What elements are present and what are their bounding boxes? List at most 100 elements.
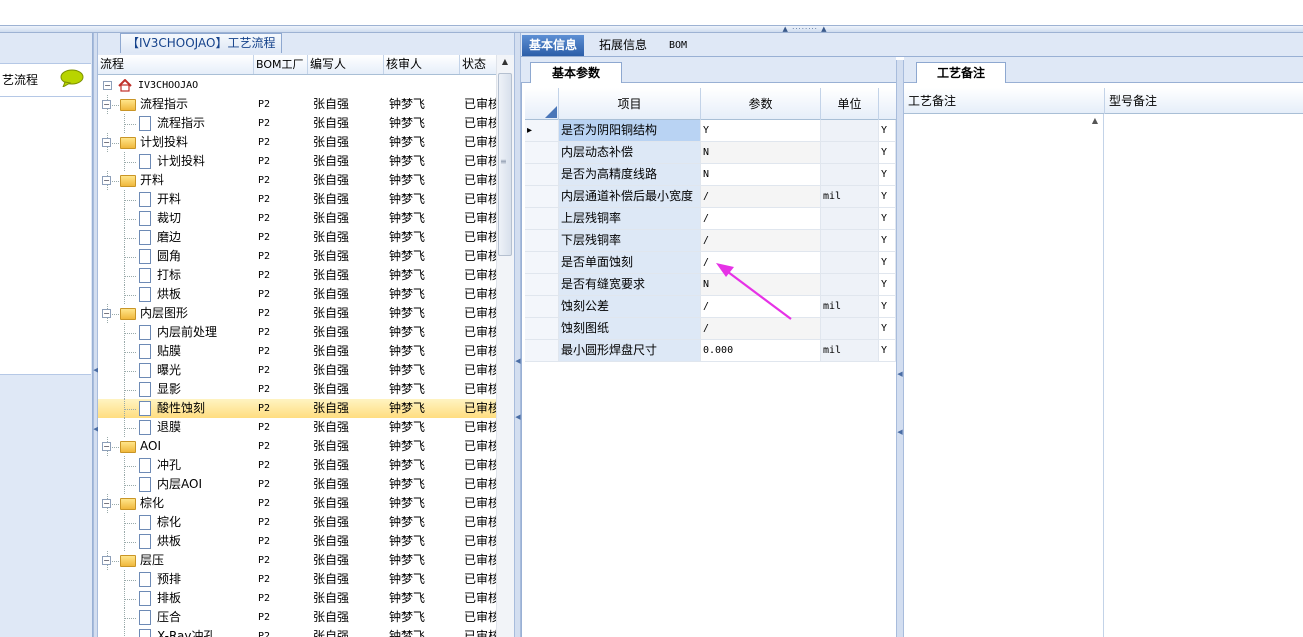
splitter-top[interactable] <box>0 25 1303 33</box>
tree-node-label: 酸性蚀刻 <box>157 401 206 415</box>
tree-row[interactable]: 酸性蚀刻 P2 张自强 钟梦飞 已审核 <box>98 399 496 418</box>
column-header-param[interactable]: 参数 <box>701 88 821 120</box>
row-selector[interactable] <box>525 230 559 251</box>
collapse-icon[interactable]: − <box>102 499 111 508</box>
params-row[interactable]: 是否为高精度线路 N Y <box>525 164 896 186</box>
row-selector[interactable] <box>525 164 559 185</box>
column-header-unit[interactable]: 单位 <box>821 88 879 120</box>
tree-row[interactable]: 排板 P2 张自强 钟梦飞 已审核 <box>98 589 496 608</box>
row-selector[interactable] <box>525 252 559 273</box>
row-selector[interactable] <box>525 296 559 317</box>
column-header-reviewer[interactable]: 核审人 <box>384 55 460 74</box>
tree-row[interactable]: 打标 P2 张自强 钟梦飞 已审核 <box>98 266 496 285</box>
tree-row[interactable]: − 层压 P2 张自强 钟梦飞 已审核 <box>98 551 496 570</box>
column-header-flow[interactable]: 流程 <box>98 55 254 74</box>
tree-row[interactable]: − 流程指示 P2 张自强 钟梦飞 已审核 <box>98 95 496 114</box>
tree-connector <box>124 627 125 637</box>
params-row[interactable]: ▸ 是否为阴阳铜结构 Y Y <box>525 120 896 142</box>
row-selector[interactable] <box>525 142 559 163</box>
tab-bom[interactable]: BOM <box>662 35 694 56</box>
tree-row[interactable]: 计划投料 P2 张自强 钟梦飞 已审核 <box>98 152 496 171</box>
param-name-cell: 是否为阴阳铜结构 <box>559 120 701 141</box>
collapse-icon[interactable]: − <box>102 138 111 147</box>
column-header-model-notes[interactable]: 型号备注 <box>1105 88 1303 114</box>
params-row[interactable]: 内层动态补偿 N Y <box>525 142 896 164</box>
tree-row[interactable]: 棕化 P2 张自强 钟梦飞 已审核 <box>98 513 496 532</box>
tree-row[interactable]: X-Ray冲孔 P2 张自强 钟梦飞 已审核 <box>98 627 496 637</box>
tree-row[interactable]: 预排 P2 张自强 钟梦飞 已审核 <box>98 570 496 589</box>
tab-extended-info[interactable]: 拓展信息 <box>592 35 654 56</box>
tree-row[interactable]: 贴膜 P2 张自强 钟梦飞 已审核 <box>98 342 496 361</box>
tree-row[interactable]: 裁切 P2 张自强 钟梦飞 已审核 <box>98 209 496 228</box>
tab-process-notes[interactable]: 工艺备注 <box>916 62 1006 83</box>
tree-row[interactable]: − 棕化 P2 张自强 钟梦飞 已审核 <box>98 494 496 513</box>
tree-row[interactable]: − 内层图形 P2 张自强 钟梦飞 已审核 <box>98 304 496 323</box>
collapse-icon[interactable]: − <box>102 442 111 451</box>
params-row[interactable]: 下层残铜率 / Y <box>525 230 896 252</box>
status-cell: 已审核 <box>464 534 496 548</box>
column-header-process-notes[interactable]: 工艺备注 <box>904 88 1105 114</box>
collapse-icon[interactable]: − <box>102 556 111 565</box>
splitter-grip[interactable]: ▲ ········ ▲ <box>775 26 835 33</box>
param-value-field[interactable]: / <box>701 186 821 207</box>
tree-row[interactable]: 退膜 P2 张自强 钟梦飞 已审核 <box>98 418 496 437</box>
row-selector[interactable] <box>525 274 559 295</box>
param-value-field[interactable]: / <box>701 230 821 251</box>
tree-row[interactable]: 内层前处理 P2 张自强 钟梦飞 已审核 <box>98 323 496 342</box>
scroll-up-icon[interactable]: ▲ <box>1088 116 1102 130</box>
tree-row[interactable]: − AOI P2 张自强 钟梦飞 已审核 <box>98 437 496 456</box>
params-row[interactable]: 上层残铜率 / Y <box>525 208 896 230</box>
tree-row[interactable]: 压合 P2 张自强 钟梦飞 已审核 <box>98 608 496 627</box>
tree-row[interactable]: − 开料 P2 张自强 钟梦飞 已审核 <box>98 171 496 190</box>
tree-row[interactable]: − 计划投料 P2 张自强 钟梦飞 已审核 <box>98 133 496 152</box>
right-splitter[interactable] <box>896 60 904 637</box>
tree-row[interactable]: 开料 P2 张自强 钟梦飞 已审核 <box>98 190 496 209</box>
params-row[interactable]: 内层通道补偿后最小宽度 / mil Y <box>525 186 896 208</box>
row-selector-header[interactable] <box>525 88 559 120</box>
row-selector[interactable] <box>525 208 559 229</box>
collapse-icon[interactable]: − <box>102 176 111 185</box>
column-header-writer[interactable]: 编写人 <box>308 55 384 74</box>
column-header-item[interactable]: 项目 <box>559 88 701 120</box>
collapse-icon[interactable]: − <box>102 100 111 109</box>
middle-splitter[interactable] <box>514 33 521 637</box>
tree-row[interactable]: 内层AOI P2 张自强 钟梦飞 已审核 <box>98 475 496 494</box>
collapse-icon[interactable]: − <box>103 81 112 90</box>
param-value-field[interactable]: 0.000 <box>701 340 821 361</box>
tab-basic-params[interactable]: 基本参数 <box>530 62 622 83</box>
param-value-field[interactable]: / <box>701 208 821 229</box>
param-value-field[interactable]: N <box>701 142 821 163</box>
row-selector[interactable] <box>525 340 559 361</box>
scroll-up-icon[interactable]: ▲ <box>497 57 513 71</box>
tree-row[interactable]: − IV3CHOOJAO <box>98 76 496 95</box>
tree-row[interactable]: 烘板 P2 张自强 钟梦飞 已审核 <box>98 532 496 551</box>
chat-bubble-icon[interactable] <box>60 69 84 87</box>
collapse-right-icon[interactable]: ◀ <box>897 428 903 436</box>
process-notes-field[interactable] <box>904 114 1104 637</box>
status-cell: 已审核 <box>464 439 496 453</box>
param-value-field[interactable]: Y <box>701 120 821 141</box>
row-selector[interactable] <box>525 318 559 339</box>
bom-factory-cell: P2 <box>258 517 271 528</box>
tree-row[interactable]: 烘板 P2 张自强 钟梦飞 已审核 <box>98 285 496 304</box>
tree-row[interactable]: 显影 P2 张自强 钟梦飞 已审核 <box>98 380 496 399</box>
column-header-bom[interactable]: BOM工厂 <box>254 55 308 74</box>
tree-connector <box>124 257 136 258</box>
tree-row[interactable]: 曝光 P2 张自强 钟梦飞 已审核 <box>98 361 496 380</box>
collapse-right-icon[interactable]: ◀ <box>897 370 903 378</box>
param-value-field[interactable]: N <box>701 164 821 185</box>
params-row[interactable]: 最小圆形焊盘尺寸 0.000 mil Y <box>525 340 896 362</box>
tree-row[interactable]: 圆角 P2 张自强 钟梦飞 已审核 <box>98 247 496 266</box>
current-row-indicator-icon[interactable]: ▸ <box>525 120 559 141</box>
tree-row[interactable]: 冲孔 P2 张自强 钟梦飞 已审核 <box>98 456 496 475</box>
tab-basic-info[interactable]: 基本信息 <box>522 35 585 56</box>
bom-factory-cell: P2 <box>258 422 271 433</box>
tree-row[interactable]: 流程指示 P2 张自强 钟梦飞 已审核 <box>98 114 496 133</box>
param-flag-cell: Y <box>879 164 896 185</box>
model-notes-field[interactable] <box>1105 114 1303 637</box>
collapse-icon[interactable]: − <box>102 309 111 318</box>
tree-row[interactable]: 磨边 P2 张自强 钟梦飞 已审核 <box>98 228 496 247</box>
row-selector[interactable] <box>525 186 559 207</box>
column-header-status[interactable]: 状态 <box>460 55 498 74</box>
param-name-cell: 最小圆形焊盘尺寸 <box>559 340 701 361</box>
